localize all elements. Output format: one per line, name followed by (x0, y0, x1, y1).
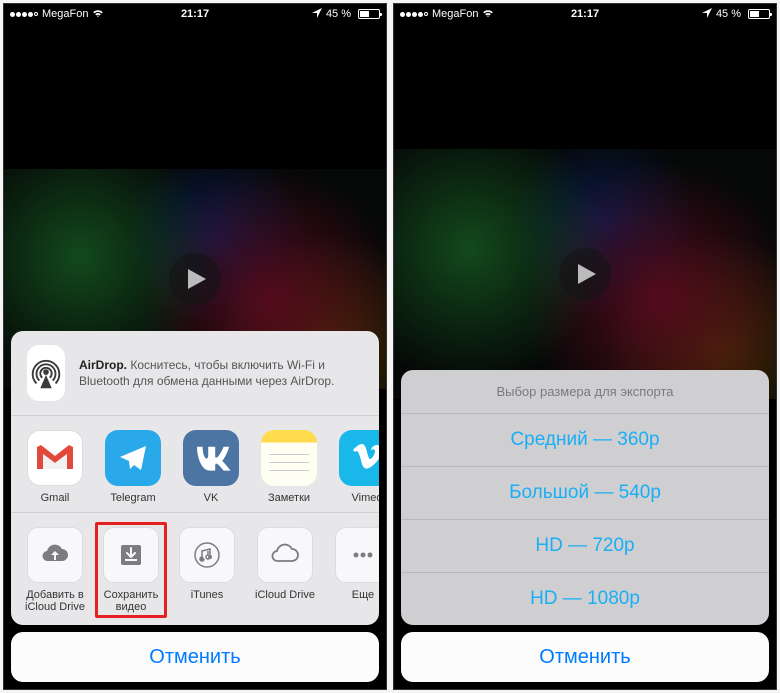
action-icloud-drive[interactable]: iCloud Drive (249, 527, 321, 613)
signal-dots-icon (400, 12, 428, 17)
gmail-icon (27, 430, 83, 486)
action-add-icloud[interactable]: Добавить в iCloud Drive (19, 527, 91, 613)
share-app-telegram[interactable]: Telegram (97, 430, 169, 504)
play-icon (577, 263, 597, 285)
wifi-icon (482, 8, 494, 21)
battery-pct: 45 % (326, 8, 351, 20)
share-app-vk[interactable]: VK (175, 430, 247, 504)
share-app-vimeo[interactable]: Vimeo (331, 430, 379, 504)
action-more[interactable]: Еще (327, 527, 379, 613)
share-actions-row: Добавить в iCloud Drive Сохранить видео … (11, 513, 379, 625)
airdrop-row[interactable]: AirDrop. Коснитесь, чтобы включить Wi-Fi… (11, 331, 379, 416)
status-time: 21:17 (181, 8, 209, 20)
telegram-icon (105, 430, 161, 486)
vimeo-icon (339, 430, 379, 486)
export-action-sheet: Выбор размера для экспорта Средний — 360… (401, 370, 769, 682)
location-icon (312, 8, 322, 21)
carrier-label: MegaFon (432, 8, 478, 20)
airdrop-icon (27, 345, 65, 401)
export-title: Выбор размера для экспорта (401, 370, 769, 414)
status-bar: MegaFon 21:17 45 % (4, 4, 386, 24)
action-itunes[interactable]: iTunes (171, 527, 243, 613)
cloud-upload-icon (27, 527, 83, 583)
airdrop-text: AirDrop. Коснитесь, чтобы включить Wi-Fi… (79, 357, 363, 389)
battery-icon (355, 9, 380, 19)
carrier-label: MegaFon (42, 8, 88, 20)
download-icon (103, 527, 159, 583)
location-icon (702, 8, 712, 21)
status-bar: MegaFon 21:17 45 % (394, 4, 776, 24)
status-time: 21:17 (571, 8, 599, 20)
cancel-button[interactable]: Отменить (401, 632, 769, 682)
battery-pct: 45 % (716, 8, 741, 20)
cancel-button[interactable]: Отменить (11, 632, 379, 682)
play-button[interactable] (169, 253, 221, 305)
battery-icon (745, 9, 770, 19)
cloud-icon (257, 527, 313, 583)
share-app-notes[interactable]: Заметки (253, 430, 325, 504)
play-button[interactable] (559, 248, 611, 300)
export-option-720p[interactable]: HD — 720p (401, 520, 769, 573)
export-option-360p[interactable]: Средний — 360p (401, 414, 769, 467)
share-app-gmail[interactable]: Gmail (19, 430, 91, 504)
more-icon (335, 527, 379, 583)
export-option-540p[interactable]: Большой — 540p (401, 467, 769, 520)
export-option-1080p[interactable]: HD — 1080p (401, 573, 769, 625)
play-icon (187, 268, 207, 290)
signal-dots-icon (10, 12, 38, 17)
phone-screenshot-export: MegaFon 21:17 45 % Проекты Выбор размера… (393, 3, 777, 690)
video-thumbnail (394, 149, 776, 399)
share-sheet: AirDrop. Коснитесь, чтобы включить Wi-Fi… (11, 331, 379, 682)
phone-screenshot-share: MegaFon 21:17 45 % Проекты (3, 3, 387, 690)
action-save-video[interactable]: Сохранить видео (95, 522, 167, 618)
vk-icon (183, 430, 239, 486)
notes-icon (261, 430, 317, 486)
share-apps-row: Gmail Telegram VK Заметки (11, 416, 379, 513)
music-note-icon (179, 527, 235, 583)
wifi-icon (92, 8, 104, 21)
